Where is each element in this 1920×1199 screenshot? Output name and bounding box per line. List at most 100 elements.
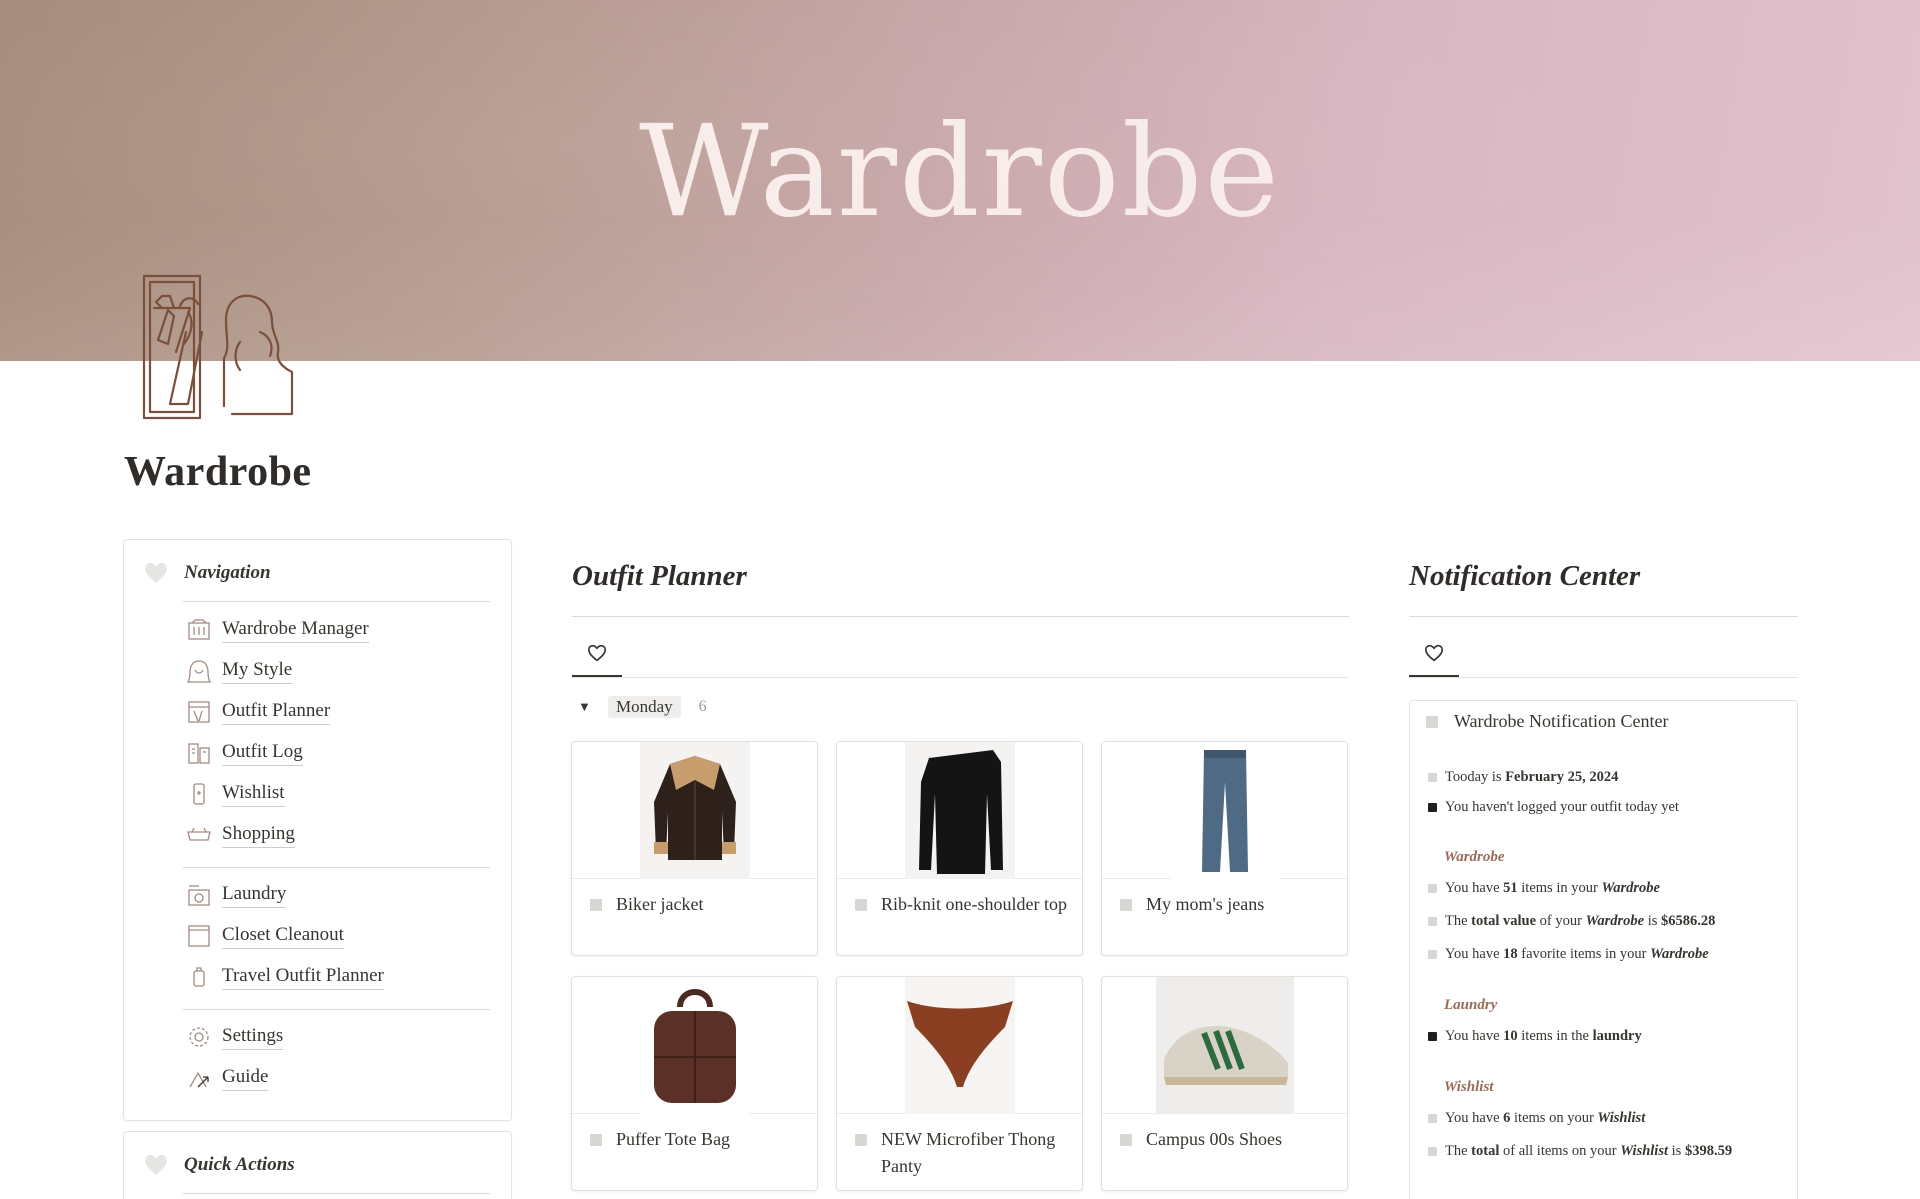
page-icon (590, 899, 602, 911)
notification-wardrobe-value: The total value of your Wardrobe is $658… (1428, 913, 1715, 930)
gallery-card[interactable]: Campus 00s Shoes (1101, 976, 1348, 1191)
nav-label: Closet Cleanout (222, 923, 344, 949)
notification-laundry-count: You have 10 items in the laundry (1428, 1028, 1642, 1045)
thong-panty-image (904, 977, 1015, 1114)
nav-item-travel-outfit-planner[interactable]: Travel Outfit Planner (186, 962, 384, 992)
wishlist-subheading: Wishlist (1444, 1079, 1494, 1095)
closet-cleanout-icon (186, 923, 212, 949)
travel-outfit-planner-icon (186, 964, 212, 990)
quick-actions-card: Quick Actions (123, 1131, 512, 1199)
divider (183, 867, 490, 868)
tab-favorites[interactable] (1409, 637, 1459, 669)
group-count: 6 (698, 698, 707, 715)
quick-actions-header: Quick Actions (144, 1154, 295, 1176)
navigation-header: Navigation (144, 562, 271, 584)
nav-item-laundry[interactable]: Laundry (186, 880, 287, 910)
card-title: Campus 00s Shoes (1120, 1126, 1333, 1153)
nav-item-wardrobe-manager[interactable]: Wardrobe Manager (186, 615, 369, 645)
nav-item-settings[interactable]: Settings (186, 1022, 284, 1052)
wardrobe-mirror-icon[interactable] (140, 272, 300, 422)
nav-label: Outfit Planner (222, 699, 331, 725)
notification-card[interactable]: Wardrobe Notification Center Tooday is F… (1409, 700, 1798, 1199)
wishlist-icon (186, 781, 212, 807)
one-shoulder-top-image (904, 742, 1015, 879)
card-cover (572, 977, 817, 1114)
gallery-card[interactable]: Rib-knit one-shoulder top (836, 741, 1083, 956)
nav-item-outfit-log[interactable]: Outfit Log (186, 738, 303, 768)
divider (1409, 616, 1798, 617)
divider (183, 601, 490, 602)
cover-title: Wardrobe (639, 98, 1281, 245)
heart-icon (145, 1155, 167, 1175)
bullet-icon (1428, 1147, 1437, 1156)
nav-label: Wishlist (222, 781, 285, 807)
nav-label: Guide (222, 1065, 269, 1091)
heart-icon (1424, 644, 1444, 662)
card-title: Rib-knit one-shoulder top (855, 891, 1068, 918)
card-title: Biker jacket (590, 891, 803, 918)
page-icon (1120, 1134, 1132, 1146)
shopping-icon (186, 822, 212, 848)
wardrobe-manager-icon (186, 617, 212, 643)
page-icon (1426, 715, 1438, 728)
page-title: Wardrobe (124, 449, 312, 495)
puffer-tote-bag-image (639, 977, 750, 1114)
card-cover (837, 977, 1082, 1114)
guide-icon (186, 1065, 212, 1091)
nav-label: Outfit Log (222, 740, 303, 766)
card-title: My mom's jeans (1120, 891, 1333, 918)
jeans-image (1169, 742, 1280, 879)
notification-center-title: Notification Center (1409, 560, 1641, 592)
nav-item-outfit-planner[interactable]: Outfit Planner (186, 697, 331, 727)
card-title: Puffer Tote Bag (590, 1126, 803, 1153)
gallery-card[interactable]: Puffer Tote Bag (571, 976, 818, 1191)
divider (572, 616, 1349, 617)
bullet-icon (1428, 1032, 1437, 1041)
my-style-icon (186, 658, 212, 684)
quick-actions-heading: Quick Actions (184, 1154, 295, 1175)
nav-label: Settings (222, 1024, 284, 1050)
divider (183, 1009, 490, 1010)
group-label: Monday (608, 696, 681, 718)
outfit-planner-title: Outfit Planner (572, 560, 747, 592)
divider (183, 1193, 490, 1194)
page-icon (590, 1134, 602, 1146)
group-monday[interactable]: ▼ Monday 6 (578, 696, 707, 718)
bullet-icon (1428, 803, 1437, 812)
nav-item-wishlist[interactable]: Wishlist (186, 779, 285, 809)
notification-card-title: Wardrobe Notification Center (1426, 711, 1668, 732)
card-cover (1102, 977, 1347, 1114)
notification-today: Tooday is February 25, 2024 (1428, 769, 1618, 786)
notification-outfit-log: You haven't logged your outfit today yet (1428, 799, 1679, 816)
divider (572, 677, 1349, 678)
gallery-card[interactable]: My mom's jeans (1101, 741, 1348, 956)
navigation-heading: Navigation (184, 562, 271, 583)
bullet-icon (1428, 773, 1437, 782)
nav-label: My Style (222, 658, 293, 684)
nav-item-shopping[interactable]: Shopping (186, 820, 295, 850)
gallery-card[interactable]: NEW Microfiber Thong Panty (836, 976, 1083, 1191)
toggle-caret-icon[interactable]: ▼ (578, 699, 594, 715)
outfit-planner-icon (186, 699, 212, 725)
notification-wishlist-count: You have 6 items on your Wishlist (1428, 1110, 1645, 1127)
divider (1409, 677, 1798, 678)
nav-item-my-style[interactable]: My Style (186, 656, 293, 686)
nav-item-closet-cleanout[interactable]: Closet Cleanout (186, 921, 344, 951)
card-title: NEW Microfiber Thong Panty (855, 1126, 1068, 1180)
bullet-icon (1428, 917, 1437, 926)
bullet-icon (1428, 950, 1437, 959)
wardrobe-subheading: Wardrobe (1444, 849, 1505, 865)
gallery-card[interactable]: Biker jacket (571, 741, 818, 956)
nav-label: Wardrobe Manager (222, 617, 369, 643)
nav-item-guide[interactable]: Guide (186, 1063, 269, 1093)
outfit-log-icon (186, 740, 212, 766)
nav-label: Travel Outfit Planner (222, 964, 384, 990)
settings-icon (186, 1024, 212, 1050)
bullet-icon (1428, 884, 1437, 893)
notification-wardrobe-favorites: You have 18 favorite items in your Wardr… (1428, 946, 1709, 963)
card-cover (837, 742, 1082, 879)
bullet-icon (1428, 1114, 1437, 1123)
laundry-subheading: Laundry (1444, 997, 1498, 1013)
tab-favorites[interactable] (572, 637, 622, 669)
page-icon (855, 899, 867, 911)
